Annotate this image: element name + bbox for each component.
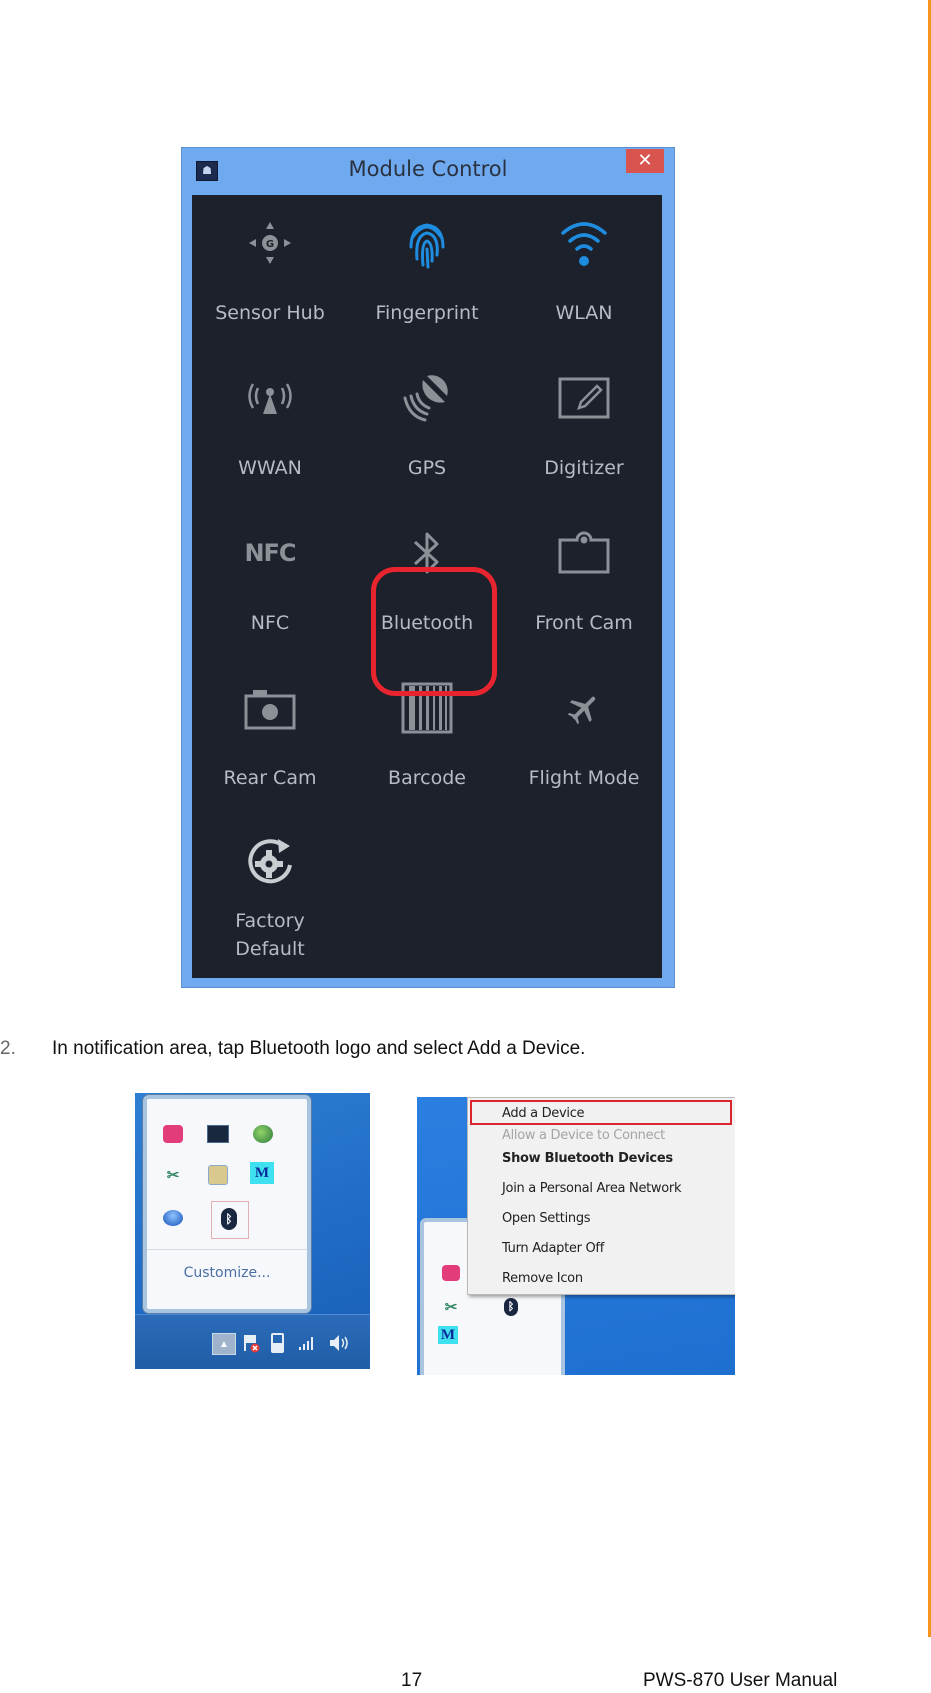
tile-wlan[interactable]: WLAN — [506, 195, 662, 345]
tile-rear-cam[interactable]: Rear Cam — [192, 660, 348, 810]
step-number: 2. — [0, 1038, 16, 1059]
tray-divider — [147, 1249, 307, 1250]
manual-title: PWS-870 User Manual — [643, 1670, 838, 1691]
tools-icon: ✂ — [444, 1299, 458, 1316]
tile-label: Factory Default — [192, 907, 348, 963]
tile-fingerprint[interactable]: Fingerprint — [349, 195, 505, 345]
app-pink-icon — [438, 1260, 464, 1286]
tile-front-cam[interactable]: Front Cam — [506, 505, 662, 655]
tile-label: Barcode — [388, 767, 466, 789]
tile-label: Fingerprint — [375, 302, 479, 324]
tile-label: Sensor Hub — [215, 302, 325, 324]
rear-camera-icon — [192, 678, 348, 738]
menu-item-add-device[interactable]: Add a Device — [502, 1106, 585, 1121]
tile-nfc[interactable]: NFC NFC — [192, 505, 348, 655]
bluetooth-tray-icon: ᛒ — [498, 1294, 524, 1320]
tile-gps[interactable]: GPS — [349, 350, 505, 500]
menu-item-allow-device: Allow a Device to Connect — [502, 1128, 665, 1143]
front-camera-icon — [506, 523, 662, 583]
document-icon[interactable] — [205, 1162, 231, 1188]
fingerprint-icon — [349, 213, 505, 273]
m-app-icon[interactable]: M — [250, 1162, 274, 1184]
tile-label: Digitizer — [544, 457, 624, 479]
window-title: Module Control — [348, 157, 508, 181]
tile-label-line2: Default — [235, 938, 305, 960]
tile-flight-mode[interactable]: Flight Mode — [506, 660, 662, 810]
bluetooth-tray-icon[interactable]: ᛒ — [216, 1206, 242, 1232]
bluetooth-context-menu: Add a Device Allow a Device to Connect S… — [467, 1097, 735, 1295]
tile-label: NFC — [250, 612, 290, 634]
m-app-icon: M — [438, 1326, 458, 1344]
gps-satellite-icon — [349, 368, 505, 428]
airplane-icon — [506, 678, 662, 738]
wifi-icon — [506, 213, 662, 273]
blue-orb-icon[interactable] — [160, 1205, 186, 1231]
bluetooth-highlight-box — [371, 567, 497, 696]
notification-tray-popup: ✂ M ᛒ Customize... — [143, 1095, 311, 1313]
tile-digitizer[interactable]: Digitizer — [506, 350, 662, 500]
action-center-flag-icon[interactable] — [241, 1333, 261, 1353]
taskbar: ▲ — [135, 1314, 370, 1369]
volume-icon[interactable] — [328, 1333, 352, 1353]
nfc-icon: NFC — [244, 539, 296, 567]
tile-label: Rear Cam — [223, 767, 317, 789]
tile-label: WWAN — [238, 457, 302, 479]
menu-item-show-devices[interactable]: Show Bluetooth Devices — [502, 1151, 673, 1166]
customize-link[interactable]: Customize... — [147, 1265, 307, 1281]
tools-icon[interactable]: ✂ — [160, 1162, 186, 1188]
menu-item-join-pan[interactable]: Join a Personal Area Network — [502, 1181, 682, 1196]
tile-label-line1: Factory — [235, 910, 305, 932]
signal-strength-icon[interactable] — [298, 1333, 316, 1353]
tile-label: GPS — [407, 457, 447, 479]
globe-network-icon[interactable] — [250, 1121, 276, 1147]
tile-wwan[interactable]: WWAN — [192, 350, 348, 500]
app-pink-icon[interactable] — [160, 1121, 186, 1147]
menu-item-open-settings[interactable]: Open Settings — [502, 1211, 591, 1226]
module-control-window: ☗ Module Control ✕ G Sensor Hub Fingerpr… — [181, 147, 675, 988]
monitor-icon[interactable] — [205, 1121, 231, 1147]
factory-reset-icon — [192, 833, 348, 893]
bluetooth-menu-screenshot: ✂ ᛒ M Add a Device Allow a Device to Con… — [417, 1097, 735, 1375]
tray-screenshot: ✂ M ᛒ Customize... ▲ — [135, 1093, 370, 1369]
tile-label: Front Cam — [535, 612, 633, 634]
close-button[interactable]: ✕ — [626, 149, 664, 173]
digitizer-pen-icon — [506, 368, 662, 428]
show-hidden-icons-button[interactable]: ▲ — [212, 1333, 236, 1355]
tile-factory-default[interactable]: Factory Default — [192, 815, 348, 980]
tile-label: Flight Mode — [528, 767, 640, 789]
page-number: 17 — [401, 1670, 423, 1691]
module-grid: G Sensor Hub Fingerprint WLAN WWAN GPS D… — [192, 195, 662, 978]
svg-text:G: G — [266, 239, 274, 250]
menu-item-turn-adapter-off[interactable]: Turn Adapter Off — [502, 1241, 604, 1256]
step-text: In notification area, tap Bluetooth logo… — [52, 1038, 586, 1059]
battery-icon[interactable] — [270, 1333, 284, 1353]
tile-label: WLAN — [555, 302, 613, 324]
cell-tower-icon — [192, 368, 348, 428]
tile-sensor-hub[interactable]: G Sensor Hub — [192, 195, 348, 345]
menu-item-remove-icon[interactable]: Remove Icon — [502, 1271, 583, 1286]
sensor-hub-icon: G — [192, 213, 348, 273]
